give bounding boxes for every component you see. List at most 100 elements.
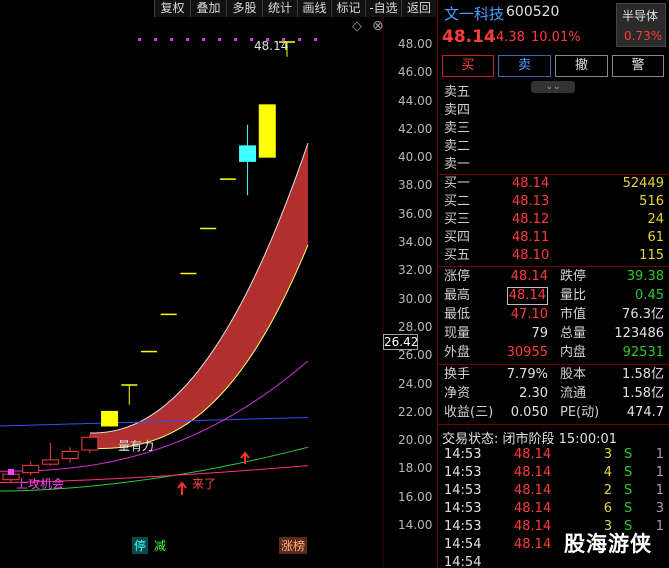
tick-side: S [624,465,633,480]
stat-value: 47.10 [510,307,548,322]
tick-time: 14:54 [444,537,482,552]
tick-side: S [624,447,633,462]
stat-value: 39.38 [626,269,664,284]
ask-row: 卖四 [438,102,669,120]
level-label: 买三 [444,212,471,227]
diamond-icon[interactable]: ◇ [352,19,362,34]
tick-count: 1 [655,447,664,462]
sell-button[interactable]: 卖 [498,55,551,77]
toolbar-button-2[interactable]: 多股 [226,0,262,17]
toolbar-button-5[interactable]: 标记 [331,0,365,17]
stat-row: 涨停 48.14 跌停 39.38 [438,268,669,286]
level-label: 买二 [444,194,471,209]
price-axis-tick: 42.00 [398,121,433,136]
kline-svg[interactable] [0,17,436,568]
price-axis-tick: 26.00 [398,348,433,363]
tick-volume: 2 [603,483,612,498]
sector-name: 半导体 [622,9,659,23]
annotation-came: 来了 [192,477,217,491]
tick-row[interactable]: 14:53 48.14 4 S 1 [438,464,669,482]
price-axis-tick: 40.00 [398,150,433,165]
stat-label: 量比 [560,288,587,303]
signal-marker [8,469,14,475]
tick-row[interactable]: 14:53 48.14 6 S 3 [438,500,669,518]
stat-label: 流通 [560,386,587,401]
price-axis-tick: 16.00 [398,489,433,504]
tick-row[interactable]: 14:53 48.14 3 S 1 [438,446,669,464]
candle-body [81,436,99,451]
close-icon[interactable]: ⊗ [372,18,384,34]
limit-dot [170,38,173,41]
price-axis-tick: 48.00 [398,37,433,51]
tick-time: 14:53 [444,447,482,462]
price-change-pct: 10.01% [531,30,581,45]
price-axis-tick: 34.00 [398,235,433,250]
stat-value: 1.58亿 [622,367,664,382]
candle-body [61,450,79,460]
price-axis-tick: 28.00 [398,319,433,334]
tick-count: 1 [655,465,664,480]
level-price: 48.11 [512,230,550,245]
toolbar-button-1[interactable]: 叠加 [190,0,226,17]
stat-row: 换手 7.79% 股本 1.58亿 [438,366,669,384]
tick-time: 14:53 [444,483,482,498]
limit-dot [186,38,189,41]
level-price: 48.13 [512,194,550,209]
price-axis-tick: 32.00 [398,263,433,278]
divider [438,266,669,267]
toolbar-button-6[interactable]: -自选 [365,0,401,17]
tick-price: 48.14 [514,447,552,462]
stat-row: 外盘 30955 内盘 92531 [438,344,669,362]
annotation-opportunity: 上攻机会 [16,477,65,491]
tick-time: 14:53 [444,519,482,534]
cancel-order-button[interactable]: 撤 [555,55,608,77]
stock-code: 600520 [506,4,560,20]
level-volume: 52449 [622,176,664,191]
price-axis-tick: 44.00 [398,93,433,108]
stock-name[interactable]: 文一科技 [444,3,504,24]
alert-button[interactable]: 警 [612,55,664,77]
bid-row: 买一 48.14 52449 [438,175,669,193]
bid-row: 买二 48.13 516 [438,193,669,211]
stat-label: 跌停 [560,269,587,284]
ask-row: 卖五 [438,84,669,102]
stat-label: 最低 [444,307,471,322]
stat-label: 内盘 [560,345,587,360]
stat-row: 净资 2.30 流通 1.58亿 [438,385,669,403]
level-volume: 516 [639,194,664,209]
tick-row[interactable]: 14:53 48.14 2 S 1 [438,482,669,500]
level-label: 卖一 [444,157,471,172]
stat-value: 474.7 [626,405,664,420]
stat-value: 123486 [614,326,664,341]
toolbar-button-3[interactable]: 统计 [262,0,297,17]
trade-status: 交易状态: 闭市阶段 15:00:01 [442,432,618,447]
price-axis-tick: 36.00 [398,206,433,221]
level-volume: 61 [647,230,664,245]
tag-limit-up-list[interactable]: 涨榜 [279,537,308,554]
stat-label: 收益(三) [444,405,494,420]
tick-count: 3 [655,501,664,516]
stat-label: 涨停 [444,269,471,284]
stat-label: PE(动) [560,405,600,420]
toolbar-button-4[interactable]: 画线 [297,0,331,17]
limit-dot [138,38,141,41]
divider [438,364,669,365]
tick-count: 1 [655,483,664,498]
tick-volume: 3 [603,447,612,462]
level-label: 卖四 [444,103,471,118]
kline-chart[interactable]: 48.00 46.00 44.00 42.00 40.00 38.00 36.00 34.00… [0,17,436,568]
candle-body [258,104,276,158]
buy-button[interactable]: 买 [442,55,494,77]
stat-value: 2.30 [519,386,548,401]
sector-box[interactable]: 半导体 0.73% [616,3,666,47]
sector-change: 0.73% [624,29,663,43]
tag-reduce[interactable]: 减 [154,537,166,554]
tag-stop[interactable]: 停 [132,537,149,554]
candle-body [22,465,40,474]
stat-value: 92531 [622,345,664,360]
stat-value: 48.14 [506,287,548,305]
limit-dot [154,38,157,41]
toolbar-button-0[interactable]: 复权 [154,0,190,17]
toolbar-button-7[interactable]: 返回 [401,0,436,17]
ask-row: 卖三 [438,120,669,138]
